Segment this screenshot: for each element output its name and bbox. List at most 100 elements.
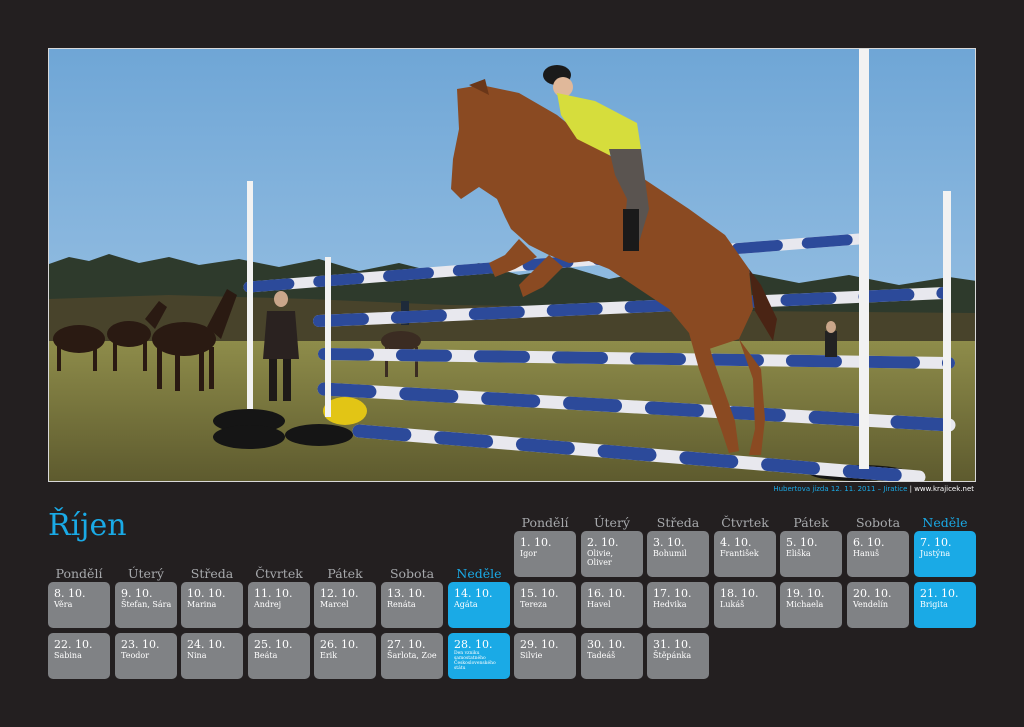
name-day: Štefan, Sára [121,600,172,609]
name-day: Marcel [320,600,349,609]
day-date: 3. 10. [653,536,685,549]
day-date: 17. 10. [653,587,692,600]
weekday-header-fri: Pátek [793,515,829,530]
day-date: 6. 10. [853,536,885,549]
name-day: Brigita [920,600,948,609]
day-date: 5. 10. [786,536,818,549]
day-date: 2. 10. [587,536,619,549]
day-cell: 10. 10. Marina [181,582,243,628]
day-cell: 3. 10. Bohumil [647,531,709,577]
weekday-header-tue: Úterý [128,566,164,581]
weekday-header-tue: Úterý [594,515,630,530]
day-cell: 8. 10. Věra [48,582,110,628]
weekday-header-fri: Pátek [327,566,363,581]
name-day: Nina [187,651,207,660]
day-cell: 25. 10. Beáta [248,633,310,679]
day-date: 29. 10. [520,638,559,651]
day-date: 28. 10. [454,638,493,651]
day-cell: 12. 10. Marcel [314,582,376,628]
day-date: 26. 10. [320,638,359,651]
day-cell: 31. 10. Štěpánka [647,633,709,679]
day-cell: 6. 10. Hanuš [847,531,909,577]
name-day: Silvie [520,651,543,660]
day-cell: 26. 10. Erik [314,633,376,679]
day-cell: 15. 10. Tereza [514,582,576,628]
day-date: 8. 10. [54,587,86,600]
day-cell: 4. 10. František [714,531,776,577]
day-date: 10. 10. [187,587,226,600]
day-date: 1. 10. [520,536,552,549]
day-cell-sunday: 7. 10. Justýna [914,531,976,577]
day-cell: 19. 10. Michaela [780,582,842,628]
name-day: Andrej [254,600,282,609]
day-date: 20. 10. [853,587,892,600]
weekday-header-sat: Sobota [389,566,435,581]
name-day: Hanuš [853,549,880,558]
caption-event: Hubertova jízda 12. 11. 2011 – Jiratice [773,485,908,493]
day-cell: 24. 10. Nina [181,633,243,679]
day-cell: 5. 10. Eliška [780,531,842,577]
day-date: 16. 10. [587,587,626,600]
weekday-header-sat: Sobota [855,515,901,530]
day-cell: 23. 10. Teodor [115,633,177,679]
day-date: 19. 10. [786,587,825,600]
day-date: 7. 10. [920,536,952,549]
day-date: 14. 10. [454,587,493,600]
weekday-header-sun: Neděle [456,566,502,581]
name-day: Věra [54,600,73,609]
name-day: Erik [320,651,338,660]
name-day: Igor [520,549,537,558]
weekday-header-sun: Neděle [922,515,968,530]
weekday-header-thu: Čtvrtek [255,566,303,581]
name-day: Vendelín [853,600,889,609]
day-date: 21. 10. [920,587,959,600]
name-day: Beáta [254,651,278,660]
day-cell: 9. 10. Štefan, Sára [115,582,177,628]
weekday-header-thu: Čtvrtek [721,515,769,530]
day-cell: 16. 10. Havel [581,582,643,628]
name-day: Šarlota, Zoe [387,651,437,660]
name-day: Olivie, Oliver [587,549,614,567]
day-date: 24. 10. [187,638,226,651]
day-date: 23. 10. [121,638,160,651]
name-day: Justýna [920,549,951,558]
day-cell: 11. 10. Andrej [248,582,310,628]
name-day: Teodor [121,651,150,660]
day-cell: 18. 10. Lukáš [714,582,776,628]
day-cell: 13. 10. Renáta [381,582,443,628]
day-cell: 17. 10. Hedvika [647,582,709,628]
day-cell: 20. 10. Vendelín [847,582,909,628]
day-cell-sunday: 21. 10. Brigita [914,582,976,628]
day-date: 25. 10. [254,638,293,651]
day-date: 22. 10. [54,638,93,651]
day-date: 4. 10. [720,536,752,549]
photo-caption: Hubertova jízda 12. 11. 2011 – Jiratice … [773,485,974,493]
day-cell: 29. 10. Silvie [514,633,576,679]
day-date: 30. 10. [587,638,626,651]
day-cell: 30. 10. Tadeáš [581,633,643,679]
day-cell: 1. 10. Igor [514,531,576,577]
day-cell: 27. 10. Šarlota, Zoe [381,633,443,679]
day-date: 31. 10. [653,638,692,651]
weekday-header-wed: Středa [656,515,700,530]
day-date: 12. 10. [320,587,359,600]
day-date: 27. 10. [387,638,426,651]
day-date: 9. 10. [121,587,153,600]
holiday-note: Den vzniku samostatného Československého… [454,651,496,671]
day-date: 18. 10. [720,587,759,600]
name-day: Tereza [520,600,547,609]
day-date: 11. 10. [254,587,293,600]
name-day: Bohumil [653,549,687,558]
day-cell-sunday: 28. 10. Den vzniku samostatného Českoslov… [448,633,510,679]
day-cell: 22. 10. Sabina [48,633,110,679]
name-day: Štěpánka [653,651,692,660]
name-day: Sabina [54,651,82,660]
day-date: 15. 10. [520,587,559,600]
name-day: Marina [187,600,217,609]
day-cell: 2. 10. Olivie, Oliver [581,531,643,577]
name-day: Agáta [454,600,478,609]
caption-site: | www.krajicek.net [909,485,974,493]
month-title: Říjen [48,508,127,543]
name-day: František [720,549,759,558]
weekday-header-wed: Středa [190,566,234,581]
